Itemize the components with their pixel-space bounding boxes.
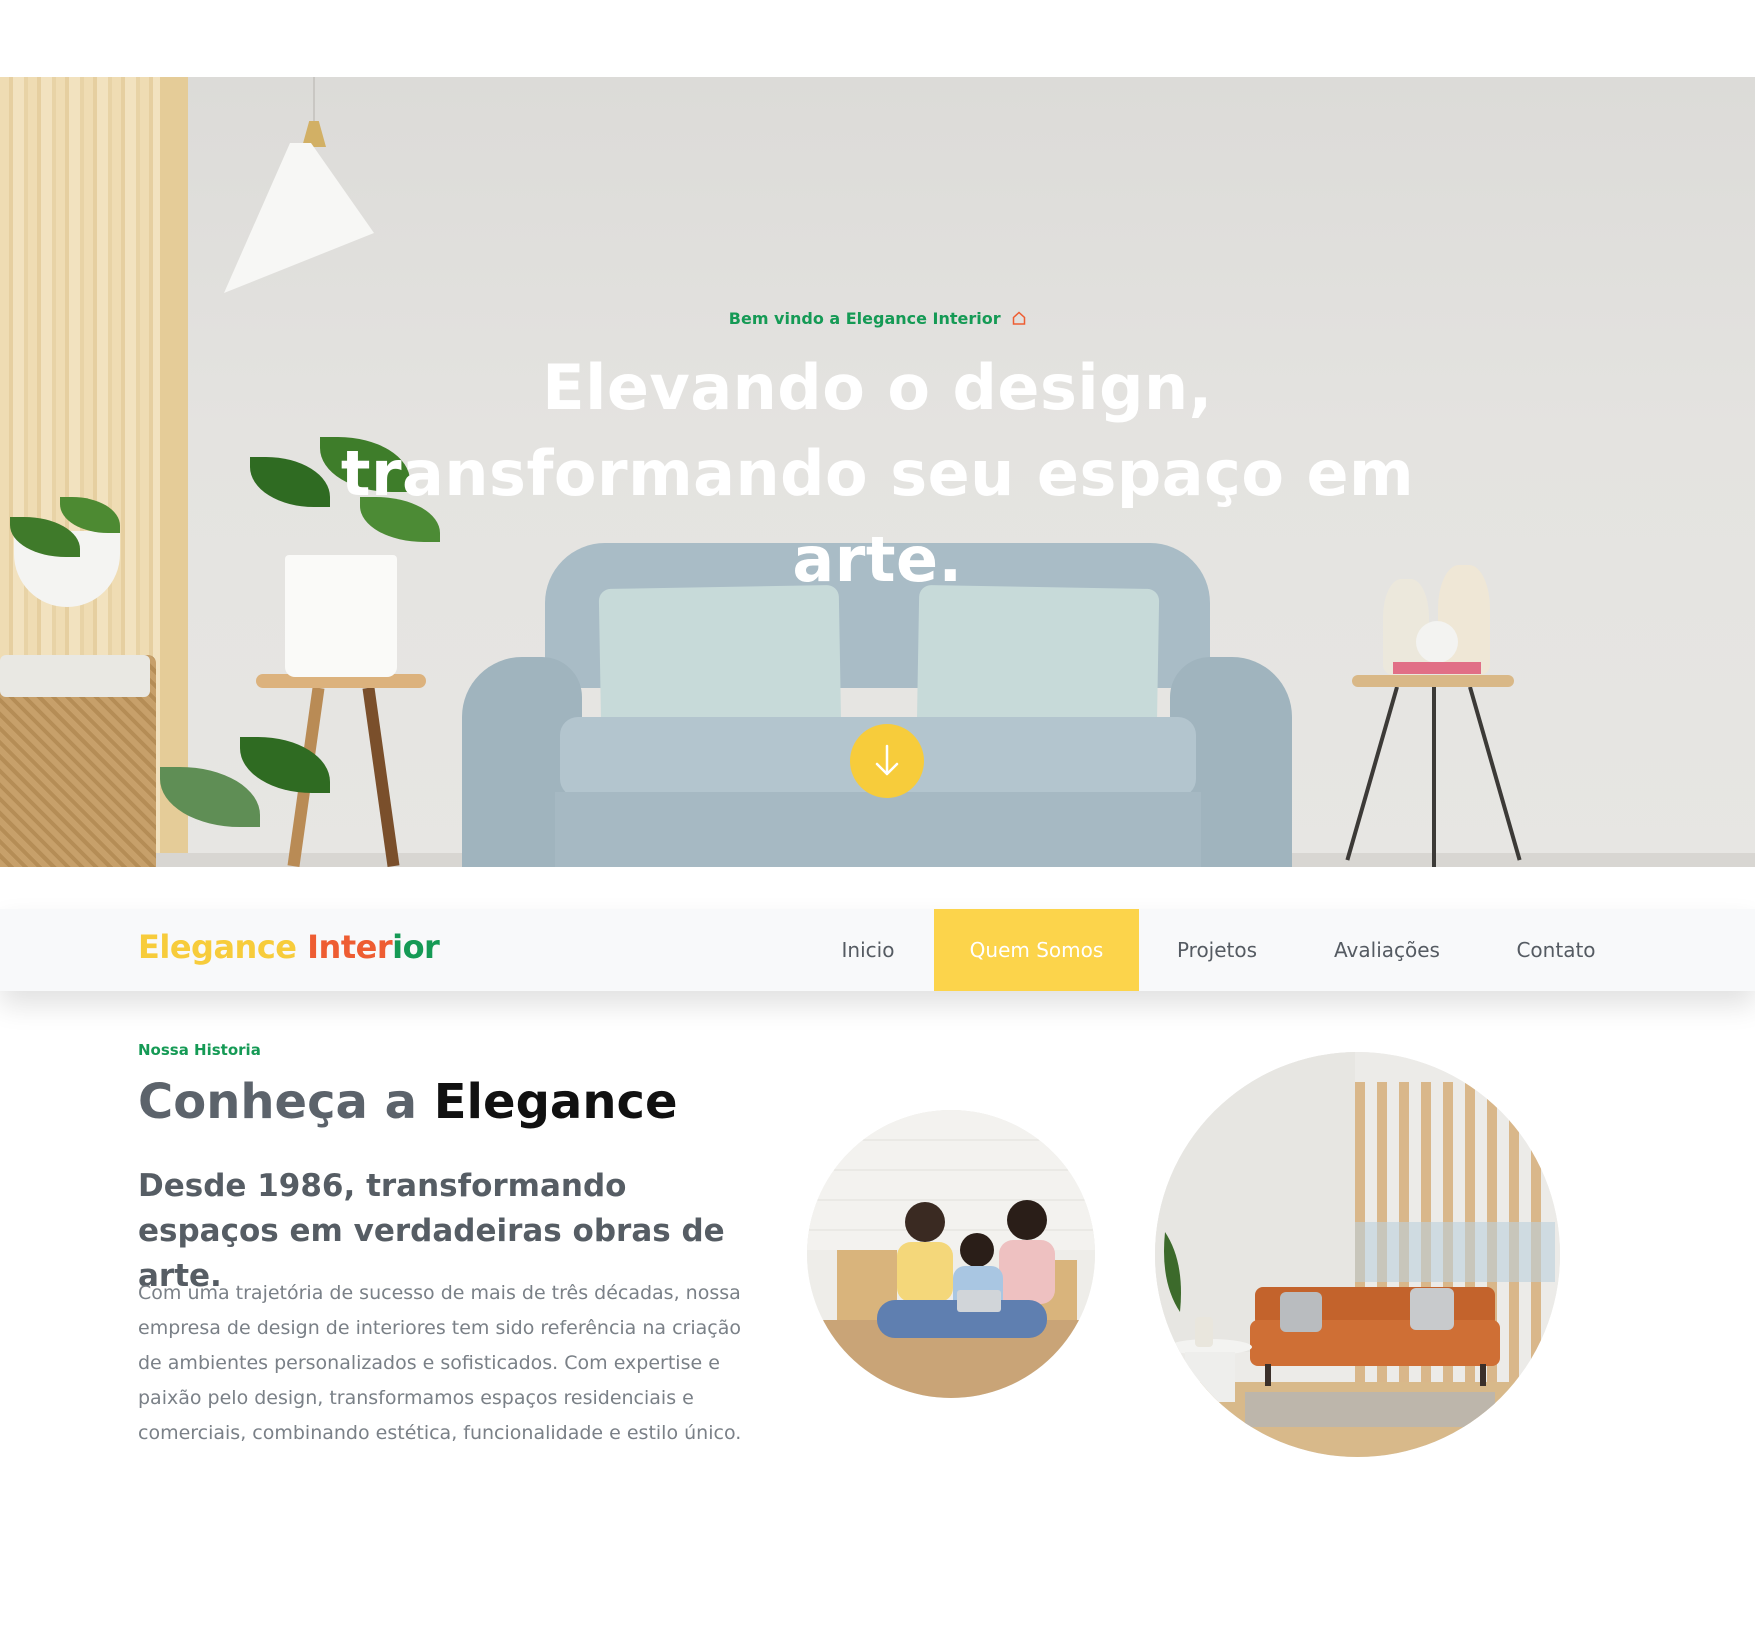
hero-eyebrow: Bem vindo a Elegance Interior: [0, 309, 1755, 328]
nav-item-quem-somos[interactable]: Quem Somos: [934, 909, 1139, 991]
family-photo: [807, 1110, 1095, 1398]
hero-eyebrow-text: Bem vindo a Elegance Interior: [728, 309, 1001, 328]
living-room-illustration: [1155, 1052, 1560, 1457]
logo-part-elegance: Elegance: [138, 928, 297, 966]
living-room-photo: [1155, 1052, 1560, 1457]
hero-banner: Bem vindo a Elegance Interior Elevando o…: [0, 77, 1755, 867]
hero-headline: Elevando o design, transformando seu esp…: [340, 351, 1415, 596]
about-body: Com uma trajetória de sucesso de mais de…: [138, 1282, 742, 1444]
logo-part-inter: Inter: [307, 928, 393, 966]
brand-logo[interactable]: Elegance Interior: [138, 928, 440, 966]
arrow-down-icon: [875, 744, 899, 776]
nav-item-contato[interactable]: Contato: [1506, 909, 1606, 991]
family-illustration: [807, 1110, 1095, 1398]
home-icon: [1012, 310, 1026, 325]
about-title-part2: Elegance: [433, 1074, 678, 1130]
about-title: Conheça a Elegance: [138, 1074, 678, 1130]
main-navbar: Elegance Interior Inicio Quem Somos Proj…: [0, 909, 1755, 991]
nav-item-avaliacoes[interactable]: Avaliações: [1326, 909, 1448, 991]
nav-item-inicio[interactable]: Inicio: [824, 909, 912, 991]
about-kicker: Nossa Historia: [138, 1041, 261, 1059]
nav-item-projetos[interactable]: Projetos: [1163, 909, 1271, 991]
hero-text: Bem vindo a Elegance Interior Elevando o…: [0, 77, 1755, 867]
about-title-part1: Conheça a: [138, 1074, 418, 1130]
logo-part-ior: ior: [392, 928, 440, 966]
scroll-down-button[interactable]: [850, 724, 924, 798]
